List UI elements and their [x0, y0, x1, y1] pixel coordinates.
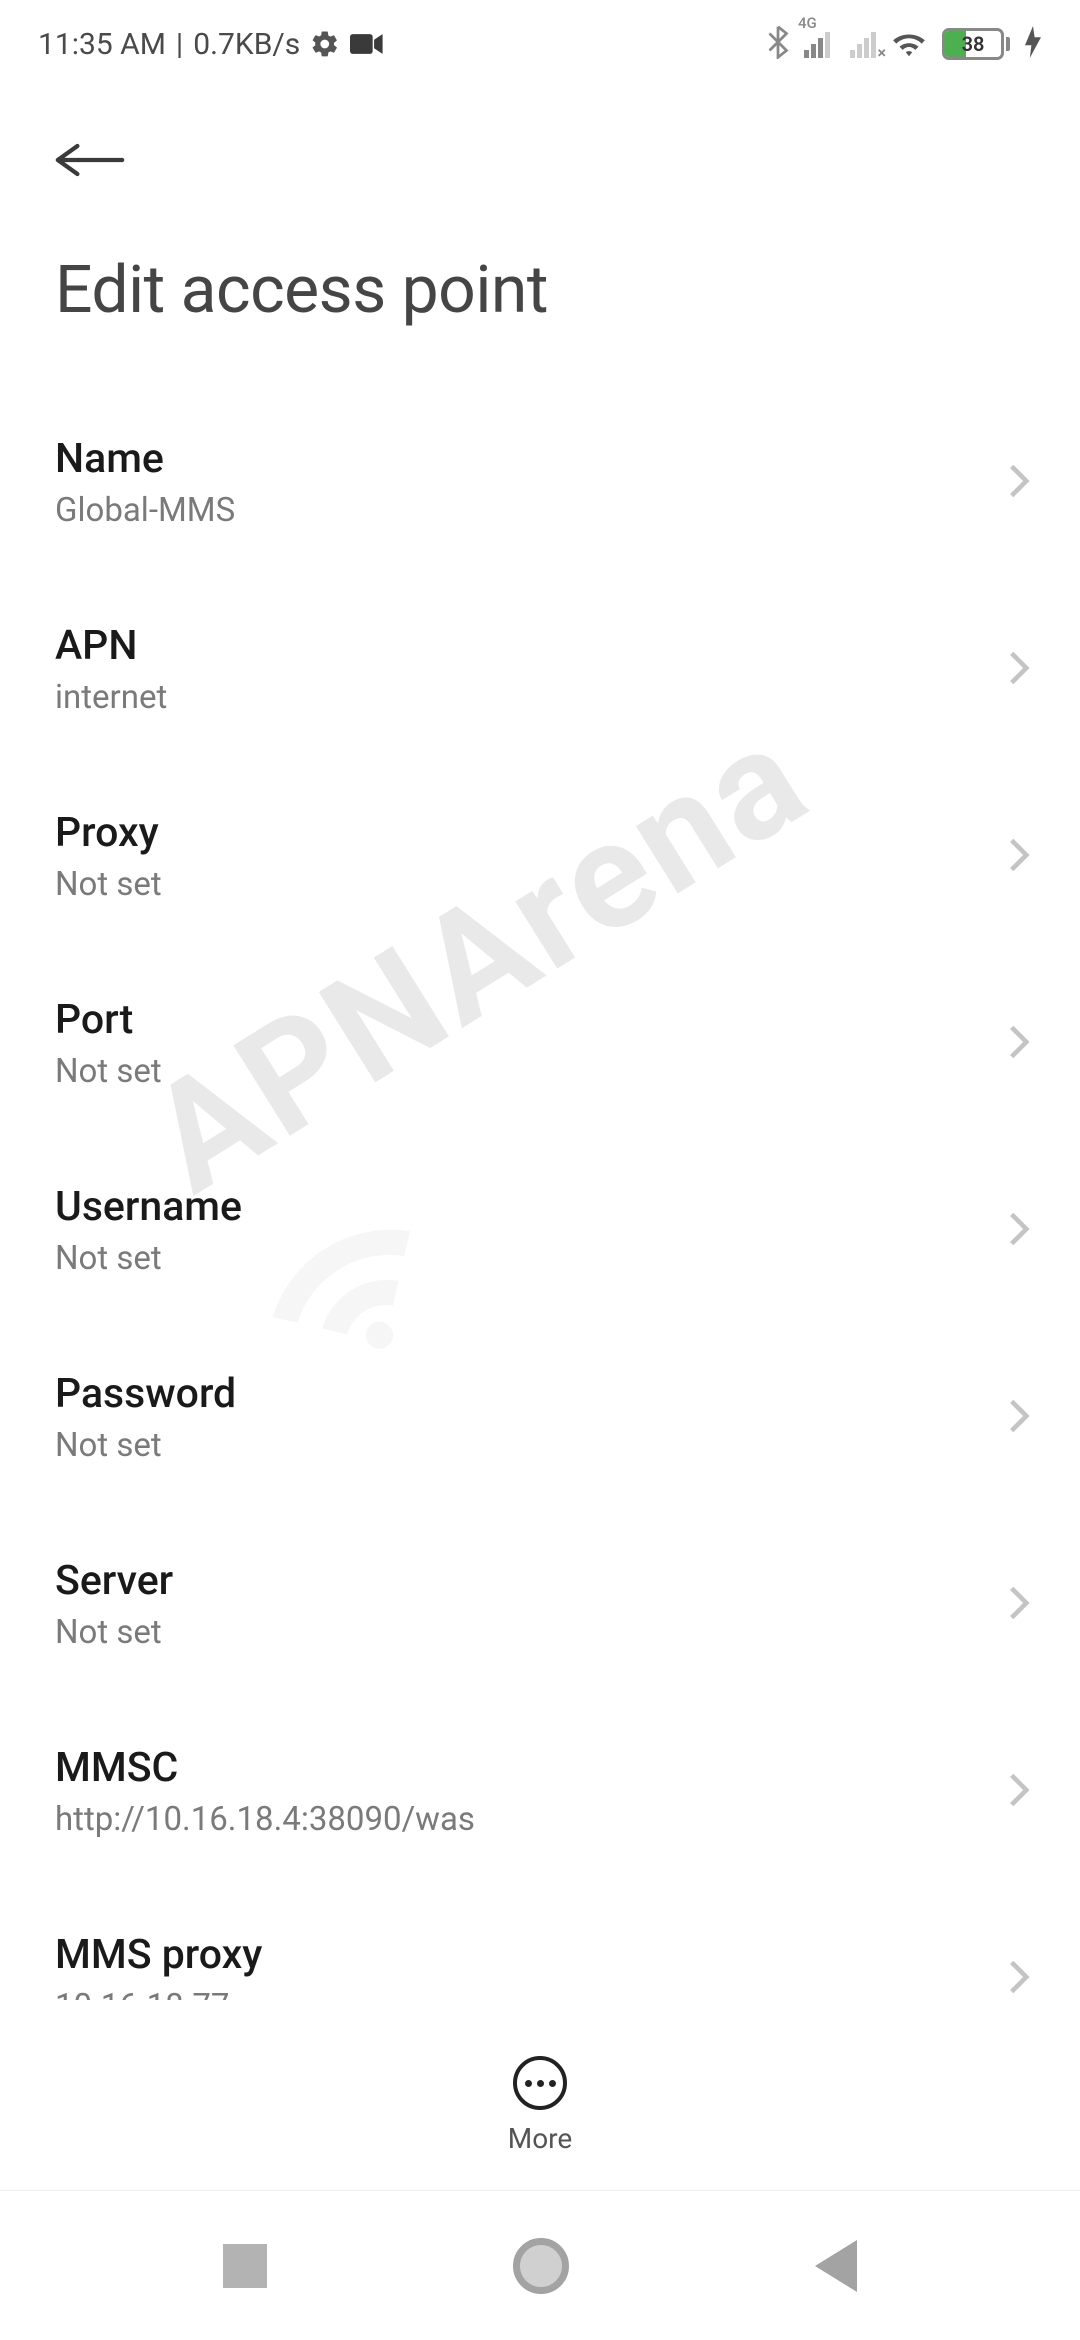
- toolbar: [0, 80, 1080, 224]
- chevron-right-icon: [1008, 836, 1030, 878]
- signal-bars-1: 4G: [804, 30, 830, 58]
- setting-label: MMS proxy: [55, 1931, 262, 1979]
- setting-label: Proxy: [55, 809, 162, 857]
- status-right: 4G × 38: [766, 25, 1042, 63]
- setting-label: MMSC: [55, 1744, 475, 1792]
- setting-label: APN: [55, 622, 167, 670]
- nav-recents-button[interactable]: [223, 2244, 267, 2288]
- chevron-right-icon: [1008, 1958, 1030, 2000]
- setting-label: Server: [55, 1557, 173, 1605]
- nav-home-button[interactable]: [513, 2238, 569, 2294]
- setting-value: Not set: [55, 1239, 242, 1278]
- more-label: More: [508, 2122, 573, 2155]
- setting-row-server[interactable]: Server Not set: [0, 1511, 1080, 1698]
- setting-row-mmsc[interactable]: MMSC http://10.16.18.4:38090/was: [0, 1698, 1080, 1885]
- setting-value: Not set: [55, 1613, 173, 1652]
- chevron-right-icon: [1008, 462, 1030, 504]
- chevron-right-icon: [1008, 1771, 1030, 1813]
- setting-label: Username: [55, 1183, 242, 1231]
- setting-value: http://10.16.18.4:38090/was: [55, 1800, 475, 1839]
- status-separator: |: [176, 27, 183, 62]
- more-button[interactable]: More: [0, 2026, 1080, 2155]
- setting-label: Name: [55, 435, 235, 483]
- setting-row-password[interactable]: Password Not set: [0, 1324, 1080, 1511]
- wifi-icon: [890, 27, 928, 61]
- setting-row-username[interactable]: Username Not set: [0, 1137, 1080, 1324]
- status-left: 11:35 AM | 0.7KB/s: [38, 27, 384, 62]
- setting-row-mms-proxy[interactable]: MMS proxy 10.16.18.77: [0, 1885, 1080, 2000]
- battery-icon: 38: [942, 28, 1010, 60]
- setting-row-name[interactable]: Name Global-MMS: [0, 389, 1080, 576]
- setting-label: Password: [55, 1370, 236, 1418]
- more-icon: [513, 2056, 567, 2110]
- setting-value: Not set: [55, 865, 162, 904]
- back-button[interactable]: [55, 130, 125, 194]
- setting-label: Port: [55, 996, 162, 1044]
- nav-bar: [0, 2190, 1080, 2340]
- battery-percent: 38: [945, 31, 1001, 57]
- setting-value: Global-MMS: [55, 491, 235, 530]
- gear-icon: [310, 29, 340, 59]
- setting-row-proxy[interactable]: Proxy Not set: [0, 763, 1080, 950]
- setting-value: 10.16.18.77: [55, 1987, 262, 2000]
- status-bar: 11:35 AM | 0.7KB/s 4G ×: [0, 0, 1080, 80]
- chevron-right-icon: [1008, 1210, 1030, 1252]
- chevron-right-icon: [1008, 1023, 1030, 1065]
- signal-bars-2: ×: [850, 30, 876, 58]
- charging-icon: [1024, 26, 1042, 62]
- page-title: Edit access point: [0, 224, 1080, 389]
- setting-value: internet: [55, 678, 167, 717]
- network-label: 4G: [798, 14, 817, 32]
- setting-row-apn[interactable]: APN internet: [0, 576, 1080, 763]
- chevron-right-icon: [1008, 649, 1030, 691]
- setting-value: Not set: [55, 1426, 236, 1465]
- chevron-right-icon: [1008, 1397, 1030, 1439]
- setting-row-port[interactable]: Port Not set: [0, 950, 1080, 1137]
- status-time: 11:35 AM: [38, 27, 166, 62]
- settings-list: Name Global-MMS APN internet Proxy Not s…: [0, 389, 1080, 2000]
- bluetooth-icon: [766, 25, 790, 63]
- status-data-rate: 0.7KB/s: [193, 27, 300, 62]
- camera-icon: [350, 32, 384, 56]
- chevron-right-icon: [1008, 1584, 1030, 1626]
- setting-value: Not set: [55, 1052, 162, 1091]
- nav-back-button[interactable]: [815, 2240, 857, 2292]
